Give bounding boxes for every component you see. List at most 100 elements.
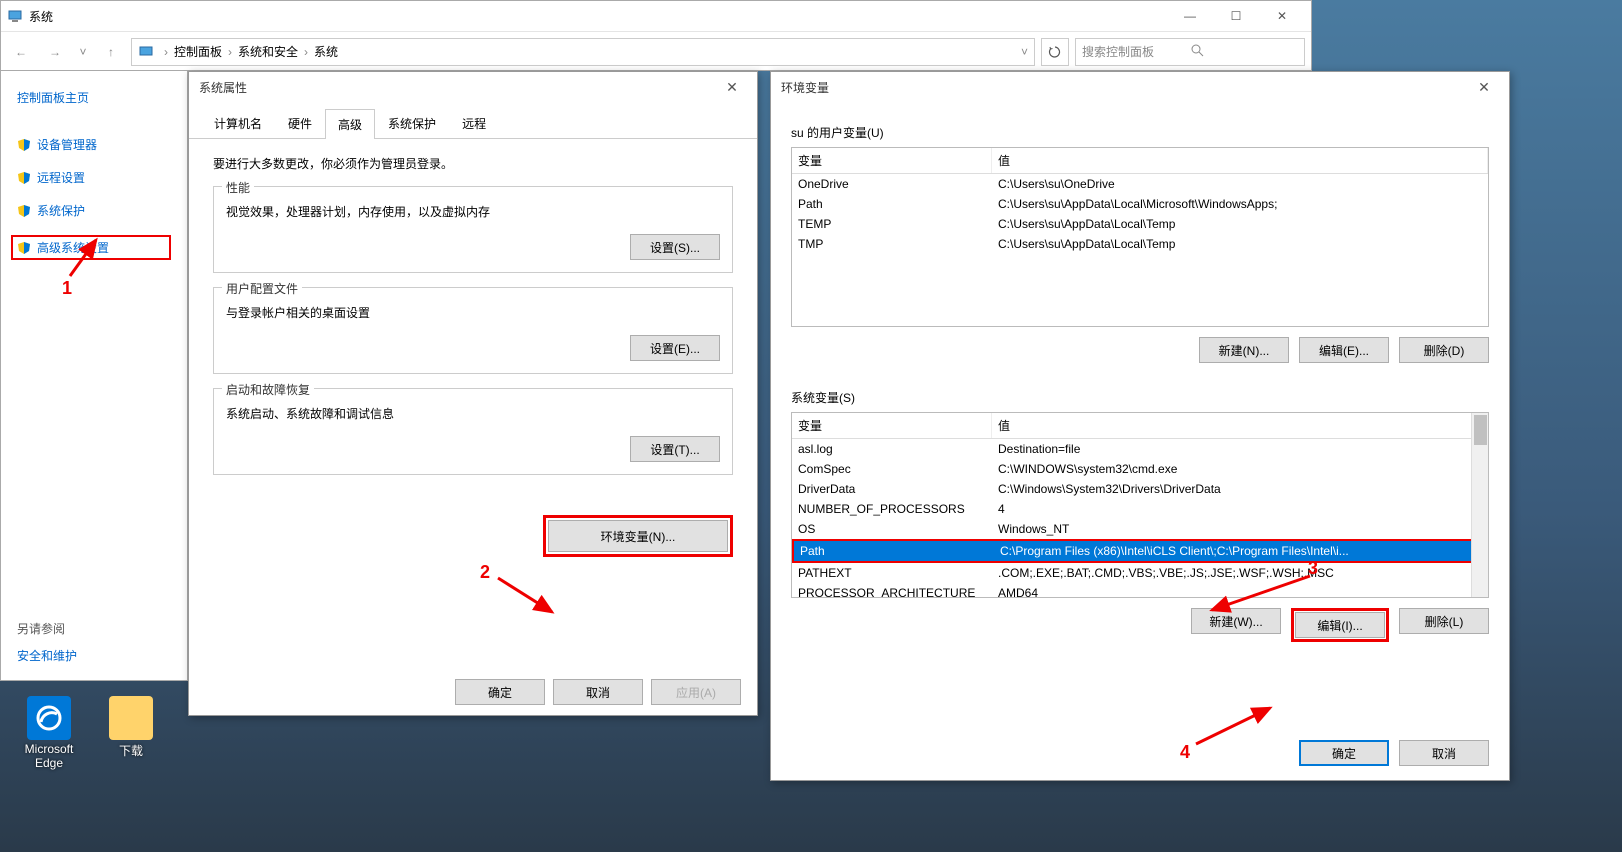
table-header: 变量 值: [792, 413, 1488, 439]
nav-up-icon[interactable]: ↑: [97, 38, 125, 66]
th-val[interactable]: 值: [992, 413, 1488, 438]
sidebar-footer-link[interactable]: 安全和维护: [17, 647, 77, 664]
cell-val: C:\Users\su\AppData\Local\Microsoft\Wind…: [992, 194, 1488, 214]
cancel-button[interactable]: 取消: [1399, 740, 1489, 766]
delete-sys-button[interactable]: 删除(L): [1399, 608, 1489, 634]
cell-var: PATHEXT: [792, 563, 992, 583]
cell-val: C:\WINDOWS\system32\cmd.exe: [992, 459, 1488, 479]
group-legend: 启动和故障恢复: [222, 381, 314, 398]
cell-var: TMP: [792, 234, 992, 254]
bc-seg-0[interactable]: 控制面板: [174, 43, 222, 60]
group-desc: 与登录帐户相关的桌面设置: [226, 304, 720, 321]
group-performance: 性能 视觉效果，处理器计划，内存使用，以及虚拟内存 设置(S)...: [213, 186, 733, 273]
ok-button[interactable]: 确定: [1299, 740, 1389, 766]
sidebar-item-protection[interactable]: 系统保护: [17, 202, 171, 219]
table-row[interactable]: DriverDataC:\Windows\System32\Drivers\Dr…: [792, 479, 1488, 499]
icon-label: 下载: [96, 742, 166, 759]
cell-val: C:\Users\su\OneDrive: [992, 174, 1488, 194]
sp-note: 要进行大多数更改，你必须作为管理员登录。: [213, 155, 733, 172]
tab-remote[interactable]: 远程: [449, 108, 499, 138]
system-icon: [7, 8, 23, 24]
bc-seg-1[interactable]: 系统和安全: [238, 43, 298, 60]
th-var[interactable]: 变量: [792, 148, 992, 173]
close-icon[interactable]: ✕: [717, 79, 747, 96]
tab-computer-name[interactable]: 计算机名: [201, 108, 275, 138]
bc-seg-2[interactable]: 系统: [314, 43, 338, 60]
edge-shortcut[interactable]: Microsoft Edge: [14, 696, 84, 770]
close-button[interactable]: ✕: [1259, 2, 1305, 30]
cell-var: OneDrive: [792, 174, 992, 194]
cp-sidebar: 控制面板主页 设备管理器 远程设置 系统保护 高级系统设置 另请参阅 安全和维护: [0, 71, 188, 681]
edit-button-highlight: 编辑(I)...: [1291, 608, 1389, 642]
new-sys-button[interactable]: 新建(W)...: [1191, 608, 1281, 634]
table-row[interactable]: OneDriveC:\Users\su\OneDrive: [792, 174, 1488, 194]
table-row[interactable]: PATHEXT.COM;.EXE;.BAT;.CMD;.VBS;.VBE;.JS…: [792, 563, 1488, 583]
th-var[interactable]: 变量: [792, 413, 992, 438]
icon-label: Microsoft Edge: [14, 742, 84, 770]
table-row[interactable]: asl.logDestination=file: [792, 439, 1488, 459]
refresh-button[interactable]: [1041, 38, 1069, 66]
sidebar-item-device-manager[interactable]: 设备管理器: [17, 136, 171, 153]
downloads-shortcut[interactable]: 下载: [96, 696, 166, 759]
cell-var: ComSpec: [792, 459, 992, 479]
nav-fwd-icon[interactable]: →: [41, 38, 69, 66]
cell-val: Windows_NT: [992, 519, 1488, 539]
breadcrumb[interactable]: › 控制面板 › 系统和安全 › 系统 ˅: [131, 38, 1035, 66]
settings-profile-button[interactable]: 设置(E)...: [630, 335, 720, 361]
cp-titlebar: 系统 — ☐ ✕: [1, 1, 1311, 31]
user-var-table[interactable]: 变量 值 OneDriveC:\Users\su\OneDrivePathC:\…: [791, 147, 1489, 327]
table-row[interactable]: PathC:\Program Files (x86)\Intel\iCLS Cl…: [792, 539, 1488, 563]
cell-var: Path: [794, 541, 994, 561]
th-val[interactable]: 值: [992, 148, 1488, 173]
shield-icon: [17, 138, 31, 152]
tab-hardware[interactable]: 硬件: [275, 108, 325, 138]
environment-variables-button[interactable]: 环境变量(N)...: [548, 520, 728, 552]
table-row[interactable]: TEMPC:\Users\su\AppData\Local\Temp: [792, 214, 1488, 234]
search-input[interactable]: 搜索控制面板: [1075, 38, 1305, 66]
maximize-button[interactable]: ☐: [1213, 2, 1259, 30]
cell-var: Path: [792, 194, 992, 214]
ok-button[interactable]: 确定: [455, 679, 545, 705]
edit-sys-button[interactable]: 编辑(I)...: [1295, 612, 1385, 638]
new-user-button[interactable]: 新建(N)...: [1199, 337, 1289, 363]
group-legend: 用户配置文件: [222, 280, 302, 297]
table-row[interactable]: PROCESSOR_ARCHITECTUREAMD64: [792, 583, 1488, 598]
env-button-highlight: 环境变量(N)...: [543, 515, 733, 557]
cp-title: 系统: [29, 8, 1167, 25]
cp-home-link[interactable]: 控制面板主页: [17, 89, 171, 106]
cancel-button[interactable]: 取消: [553, 679, 643, 705]
sidebar-item-advanced[interactable]: 高级系统设置: [11, 235, 171, 260]
tab-protection[interactable]: 系统保护: [375, 108, 449, 138]
delete-user-button[interactable]: 删除(D): [1399, 337, 1489, 363]
table-row[interactable]: ComSpecC:\WINDOWS\system32\cmd.exe: [792, 459, 1488, 479]
cell-val: C:\Users\su\AppData\Local\Temp: [992, 214, 1488, 234]
table-row[interactable]: OSWindows_NT: [792, 519, 1488, 539]
settings-startup-button[interactable]: 设置(T)...: [630, 436, 720, 462]
tab-advanced[interactable]: 高级: [325, 109, 375, 139]
chevron-right-icon: ›: [304, 45, 308, 59]
nav-dropdown-icon[interactable]: ˅: [75, 38, 91, 66]
sys-var-table[interactable]: 变量 值 asl.logDestination=fileComSpecC:\WI…: [791, 412, 1489, 598]
apply-button[interactable]: 应用(A): [651, 679, 741, 705]
cell-val: C:\Users\su\AppData\Local\Temp: [992, 234, 1488, 254]
settings-perf-button[interactable]: 设置(S)...: [630, 234, 720, 260]
system-properties-dialog: 系统属性 ✕ 计算机名 硬件 高级 系统保护 远程 要进行大多数更改，你必须作为…: [188, 71, 758, 716]
ev-title: 环境变量: [781, 79, 1469, 96]
scrollbar[interactable]: [1471, 413, 1488, 597]
cell-var: OS: [792, 519, 992, 539]
table-row[interactable]: TMPC:\Users\su\AppData\Local\Temp: [792, 234, 1488, 254]
cell-var: TEMP: [792, 214, 992, 234]
table-row[interactable]: PathC:\Users\su\AppData\Local\Microsoft\…: [792, 194, 1488, 214]
close-icon[interactable]: ✕: [1469, 79, 1499, 96]
cell-val: 4: [992, 499, 1488, 519]
table-row[interactable]: NUMBER_OF_PROCESSORS4: [792, 499, 1488, 519]
minimize-button[interactable]: —: [1167, 2, 1213, 30]
cell-var: DriverData: [792, 479, 992, 499]
shield-icon: [17, 171, 31, 185]
chevron-down-icon[interactable]: ˅: [1021, 45, 1028, 59]
edit-user-button[interactable]: 编辑(E)...: [1299, 337, 1389, 363]
search-icon: [1190, 43, 1298, 60]
nav-back-icon[interactable]: ←: [7, 38, 35, 66]
chevron-right-icon: ›: [228, 45, 232, 59]
sidebar-item-remote[interactable]: 远程设置: [17, 169, 171, 186]
